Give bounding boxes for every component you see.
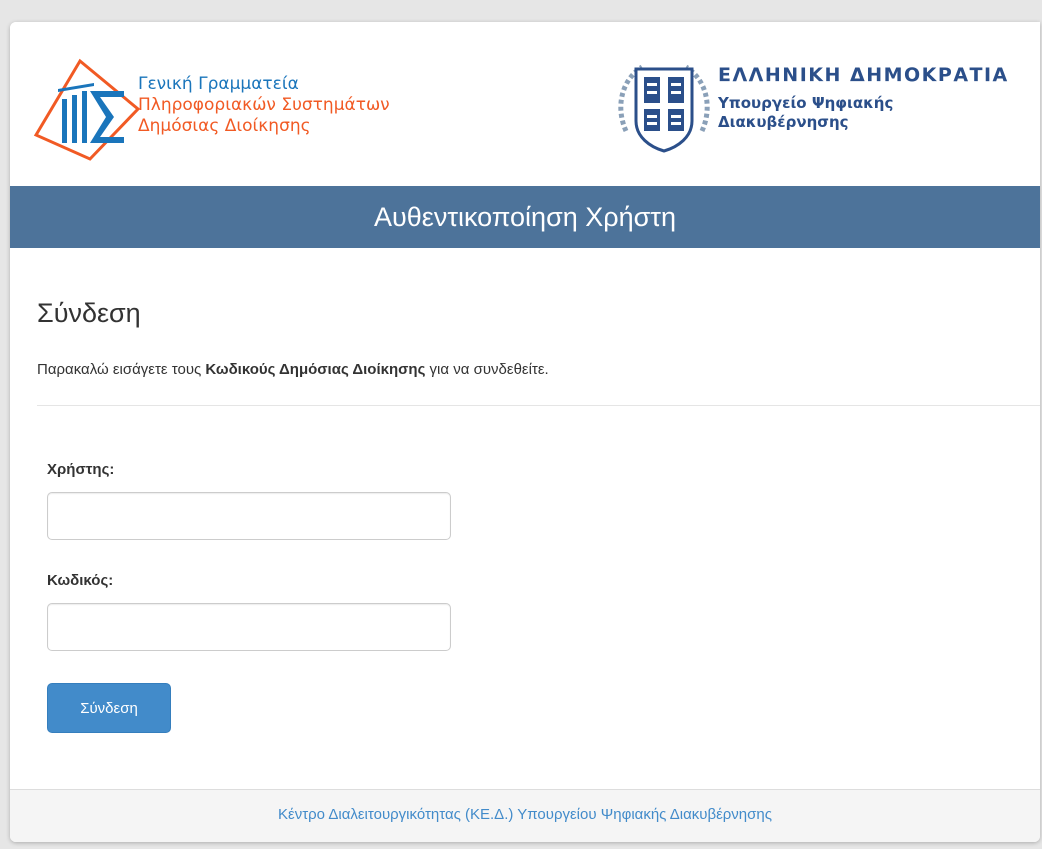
republic-title: ΕΛΛΗΝΙΚΗ ΔΗΜΟΚΡΑΤΙΑ — [718, 64, 1009, 86]
page-title: Σύνδεση — [37, 298, 141, 328]
password-label: Κωδικός: — [47, 572, 114, 589]
authentication-banner: Αυθεντικοποίηση Χρήστη — [10, 186, 1040, 248]
gsis-name-line1: Γενική Γραμματεία — [138, 74, 299, 94]
page-header: Γενική Γραμματεία Πληροφοριακών Συστημάτ… — [10, 22, 1040, 186]
login-button[interactable]: Σύνδεση — [47, 683, 171, 733]
gsis-name-line2: Πληροφοριακών Συστημάτων — [138, 95, 390, 115]
instructions-text-start: Παρακαλώ εισάγετε τους — [37, 361, 206, 378]
instructions-text-bold: Κωδικούς Δημόσιας Διοίκησης — [205, 361, 426, 378]
ministry-name-line2: Διακυβέρνησης — [718, 113, 849, 131]
form-divider — [37, 405, 1040, 406]
password-input[interactable] — [47, 603, 451, 651]
greek-emblem-icon — [618, 64, 710, 153]
ministry-name-line1: Υπουργείο Ψηφιακής — [718, 94, 894, 112]
ministry-name: ΕΛΛΗΝΙΚΗ ΔΗΜΟΚΡΑΤΙΑ Υπουργείο Ψηφιακής Δ… — [718, 62, 1009, 132]
footer-link[interactable]: Κέντρο Διαλειτουργικότητας (ΚΕ.Δ.) Υπουρ… — [278, 806, 772, 823]
gsis-logo-icon — [33, 58, 141, 161]
username-label: Χρήστης: — [47, 461, 115, 478]
username-input[interactable] — [47, 492, 451, 540]
instructions-text-end: για να συνδεθείτε. — [425, 361, 549, 378]
gsis-organization-name: Γενική Γραμματεία Πληροφοριακών Συστημάτ… — [138, 74, 390, 137]
page-footer: Κέντρο Διαλειτουργικότητας (ΚΕ.Δ.) Υπουρ… — [10, 789, 1040, 842]
login-instructions: Παρακαλώ εισάγετε τους Κωδικούς Δημόσιας… — [37, 361, 549, 378]
login-card: Γενική Γραμματεία Πληροφοριακών Συστημάτ… — [10, 22, 1040, 842]
gsis-name-line3: Δημόσιας Διοίκησης — [138, 116, 311, 136]
